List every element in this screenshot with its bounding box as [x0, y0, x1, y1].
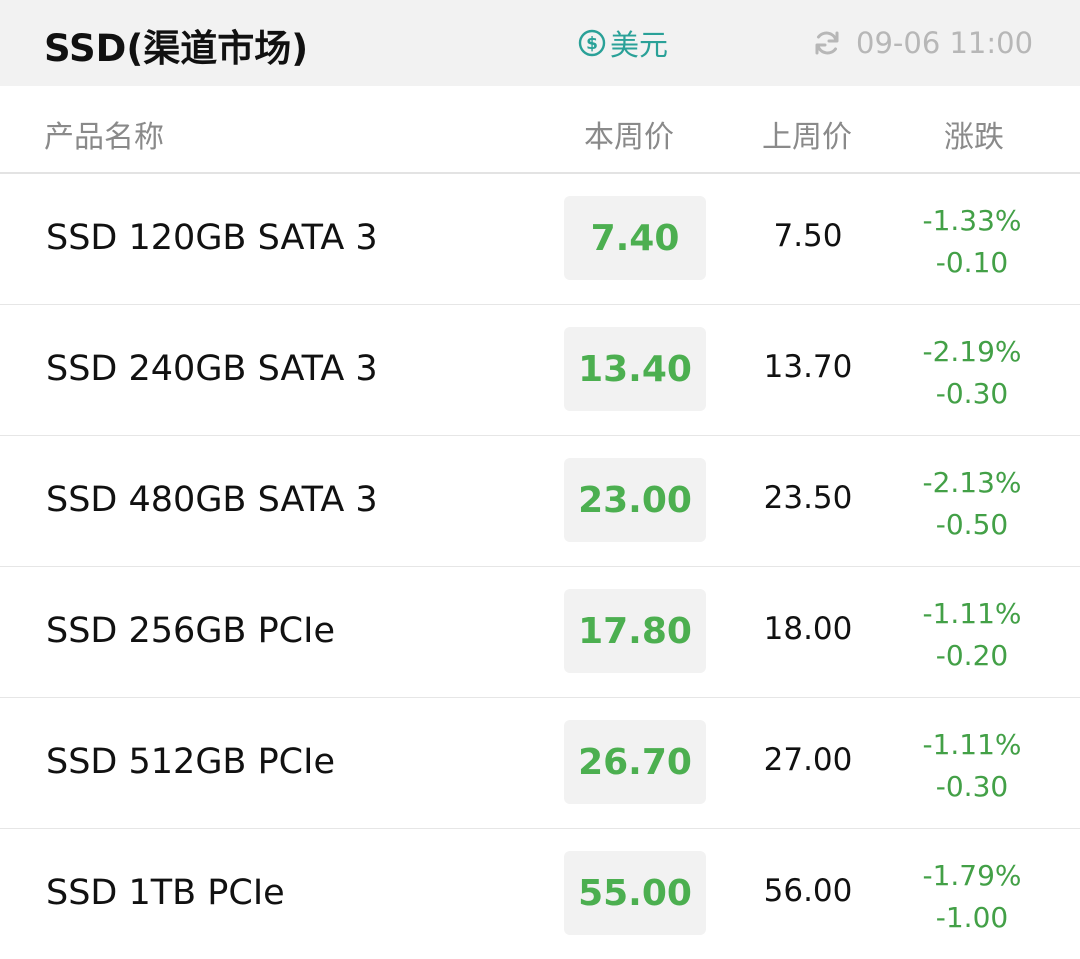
table-row[interactable]: SSD 1TB PCIe 55.00 56.00 -1.79% -1.00: [0, 829, 1080, 959]
product-name: SSD 256GB PCIe: [46, 611, 335, 651]
change-percent: -1.11%: [922, 728, 1022, 761]
price-change: -1.79% -1.00: [902, 855, 1042, 939]
change-percent: -1.11%: [922, 597, 1022, 630]
this-week-price: 13.40: [564, 327, 706, 411]
product-name: SSD 240GB SATA 3: [46, 349, 378, 389]
change-percent: -2.13%: [922, 466, 1022, 499]
column-header-last-week[interactable]: 上周价: [762, 112, 852, 156]
price-change: -2.13% -0.50: [902, 462, 1042, 546]
dollar-circle-icon: $: [578, 29, 606, 57]
change-amount: -1.00: [935, 901, 1009, 934]
change-percent: -1.33%: [922, 204, 1022, 237]
last-week-price: 23.50: [763, 480, 853, 516]
price-table: SSD 120GB SATA 3 7.40 7.50 -1.33% -0.10 …: [0, 174, 1080, 959]
table-row[interactable]: SSD 480GB SATA 3 23.00 23.50 -2.13% -0.5…: [0, 436, 1080, 567]
price-change: -2.19% -0.30: [902, 331, 1042, 415]
price-change: -1.11% -0.30: [902, 724, 1042, 808]
table-row[interactable]: SSD 120GB SATA 3 7.40 7.50 -1.33% -0.10: [0, 174, 1080, 305]
table-header: 产品名称 本周价 上周价 涨跌: [0, 86, 1080, 174]
change-percent: -2.19%: [922, 335, 1022, 368]
product-name: SSD 1TB PCIe: [46, 873, 285, 913]
product-name: SSD 512GB PCIe: [46, 742, 335, 782]
product-name: SSD 480GB SATA 3: [46, 480, 378, 520]
refresh-control[interactable]: 09-06 11:00: [812, 24, 1033, 62]
this-week-price: 55.00: [564, 851, 706, 935]
change-amount: -0.20: [935, 639, 1009, 672]
table-row[interactable]: SSD 512GB PCIe 26.70 27.00 -1.11% -0.30: [0, 698, 1080, 829]
table-row[interactable]: SSD 240GB SATA 3 13.40 13.70 -2.19% -0.3…: [0, 305, 1080, 436]
column-header-this-week[interactable]: 本周价: [584, 112, 674, 156]
page-title: SSD(渠道市场): [44, 27, 309, 70]
this-week-price: 7.40: [564, 196, 706, 280]
last-week-price: 13.70: [763, 349, 853, 385]
price-change: -1.11% -0.20: [902, 593, 1042, 677]
last-week-price: 18.00: [763, 611, 853, 647]
currency-label: 美元: [610, 28, 669, 62]
change-amount: -0.10: [935, 246, 1009, 279]
change-amount: -0.30: [935, 770, 1009, 803]
price-change: -1.33% -0.10: [902, 200, 1042, 284]
product-name: SSD 120GB SATA 3: [46, 218, 378, 258]
this-week-price: 23.00: [564, 458, 706, 542]
table-row[interactable]: SSD 256GB PCIe 17.80 18.00 -1.11% -0.20: [0, 567, 1080, 698]
page-header: SSD(渠道市场) $ 美元 09-06 11:00: [0, 0, 1080, 86]
column-header-name[interactable]: 产品名称: [44, 112, 164, 156]
svg-text:$: $: [586, 34, 598, 54]
last-week-price: 27.00: [763, 742, 853, 778]
change-percent: -1.79%: [922, 859, 1022, 892]
currency-toggle[interactable]: $ 美元: [578, 24, 668, 62]
last-week-price: 56.00: [763, 873, 853, 909]
this-week-price: 17.80: [564, 589, 706, 673]
updated-time: 09-06 11:00: [856, 26, 1034, 60]
this-week-price: 26.70: [564, 720, 706, 804]
column-header-change[interactable]: 涨跌: [944, 112, 1004, 156]
last-week-price: 7.50: [773, 218, 843, 254]
change-amount: -0.50: [935, 508, 1009, 541]
change-amount: -0.30: [935, 377, 1009, 410]
refresh-icon: [815, 31, 839, 55]
